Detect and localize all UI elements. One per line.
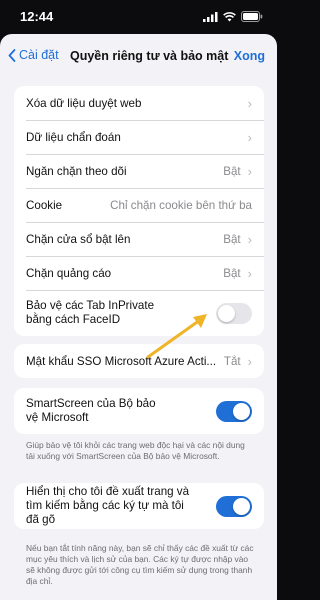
row-label: Ngăn chặn theo dõi	[26, 164, 127, 178]
azure-sso-password-row[interactable]: Mật khẩu SSO Microsoft Azure Acti... Tắt…	[14, 344, 264, 378]
page-title: Quyền riêng tư và bảo mật	[70, 49, 229, 63]
row-value: Chỉ chặn cookie bên thứ ba	[110, 198, 252, 212]
smartscreen-row: SmartScreen của Bộ bảo vệ Microsoft	[14, 388, 264, 434]
chevron-right-icon: ›	[247, 231, 252, 247]
privacy-settings-group: Xóa dữ liệu duyệt web › Dữ liệu chẩn đoá…	[14, 86, 264, 336]
chevron-right-icon: ›	[247, 129, 252, 145]
toggle-knob	[233, 402, 250, 420]
row-label: Chặn cửa sổ bật lên	[26, 232, 131, 246]
row-value: Bật	[223, 164, 241, 178]
row-label: Bảo vệ các Tab InPrivate bằng cách FaceI…	[26, 299, 155, 326]
back-label: Cài đặt	[19, 48, 59, 62]
row-label: Chặn quảng cáo	[26, 266, 112, 280]
inprivate-faceid-toggle[interactable]	[216, 302, 252, 324]
smartscreen-group: SmartScreen của Bộ bảo vệ Microsoft	[14, 388, 264, 434]
row-label: Cookie	[26, 198, 63, 212]
suggestions-group: Hiển thị cho tôi đề xuất trang và tìm ki…	[14, 483, 264, 529]
row-value: Bật	[223, 266, 241, 280]
settings-sheet: Cài đặt Quyền riêng tư và bảo mật Xong X…	[0, 34, 277, 600]
row-label: SmartScreen của Bộ bảo vệ Microsoft	[26, 397, 156, 424]
suggestions-toggle[interactable]	[216, 495, 252, 517]
clear-browsing-data-row[interactable]: Xóa dữ liệu duyệt web ›	[14, 86, 264, 120]
sso-password-group: Mật khẩu SSO Microsoft Azure Acti... Tắt…	[14, 344, 264, 378]
status-bar: 12:44	[0, 0, 277, 32]
diagnostic-data-row[interactable]: Dữ liệu chẩn đoán ›	[14, 120, 264, 154]
inprivate-faceid-row: Bảo vệ các Tab InPrivate bằng cách FaceI…	[14, 290, 264, 336]
chevron-right-icon: ›	[247, 353, 252, 369]
smartscreen-toggle[interactable]	[216, 400, 252, 422]
back-button[interactable]: Cài đặt	[8, 48, 59, 62]
cookie-row[interactable]: Cookie Chỉ chặn cookie bên thứ ba	[14, 188, 264, 222]
row-label: Xóa dữ liệu duyệt web	[26, 96, 142, 110]
chevron-right-icon: ›	[247, 265, 252, 281]
nav-bar: Cài đặt Quyền riêng tư và bảo mật Xong	[0, 34, 277, 80]
popup-blocker-row[interactable]: Chặn cửa sổ bật lên Bật ›	[14, 222, 264, 256]
row-value: Tắt	[223, 354, 241, 368]
row-label: Hiển thị cho tôi đề xuất trang và tìm ki…	[26, 485, 190, 526]
done-button[interactable]: Xong	[234, 49, 265, 63]
wifi-icon	[223, 11, 236, 21]
chevron-left-icon	[8, 48, 16, 62]
status-time: 12:44	[20, 9, 54, 24]
chevron-right-icon: ›	[247, 95, 252, 111]
suggestions-row: Hiển thị cho tôi đề xuất trang và tìm ki…	[14, 483, 264, 529]
row-label: Dữ liệu chẩn đoán	[26, 130, 121, 144]
smartscreen-footer: Giúp bảo vệ tôi khỏi các trang web độc h…	[26, 440, 245, 461]
row-value: Bật	[223, 232, 241, 246]
status-icons	[203, 11, 263, 22]
battery-icon	[241, 11, 263, 22]
chevron-right-icon: ›	[247, 163, 252, 179]
row-label: Mật khẩu SSO Microsoft Azure Acti...	[26, 354, 217, 368]
suggestions-footer: Nếu bạn tắt tính năng này, bạn sẽ chỉ th…	[26, 543, 254, 586]
toggle-knob	[218, 304, 235, 322]
signal-icon	[203, 11, 218, 22]
toggle-knob	[233, 497, 250, 515]
tracking-prevention-row[interactable]: Ngăn chặn theo dõi Bật ›	[14, 154, 264, 188]
ad-blocker-row[interactable]: Chặn quảng cáo Bật ›	[14, 256, 264, 290]
